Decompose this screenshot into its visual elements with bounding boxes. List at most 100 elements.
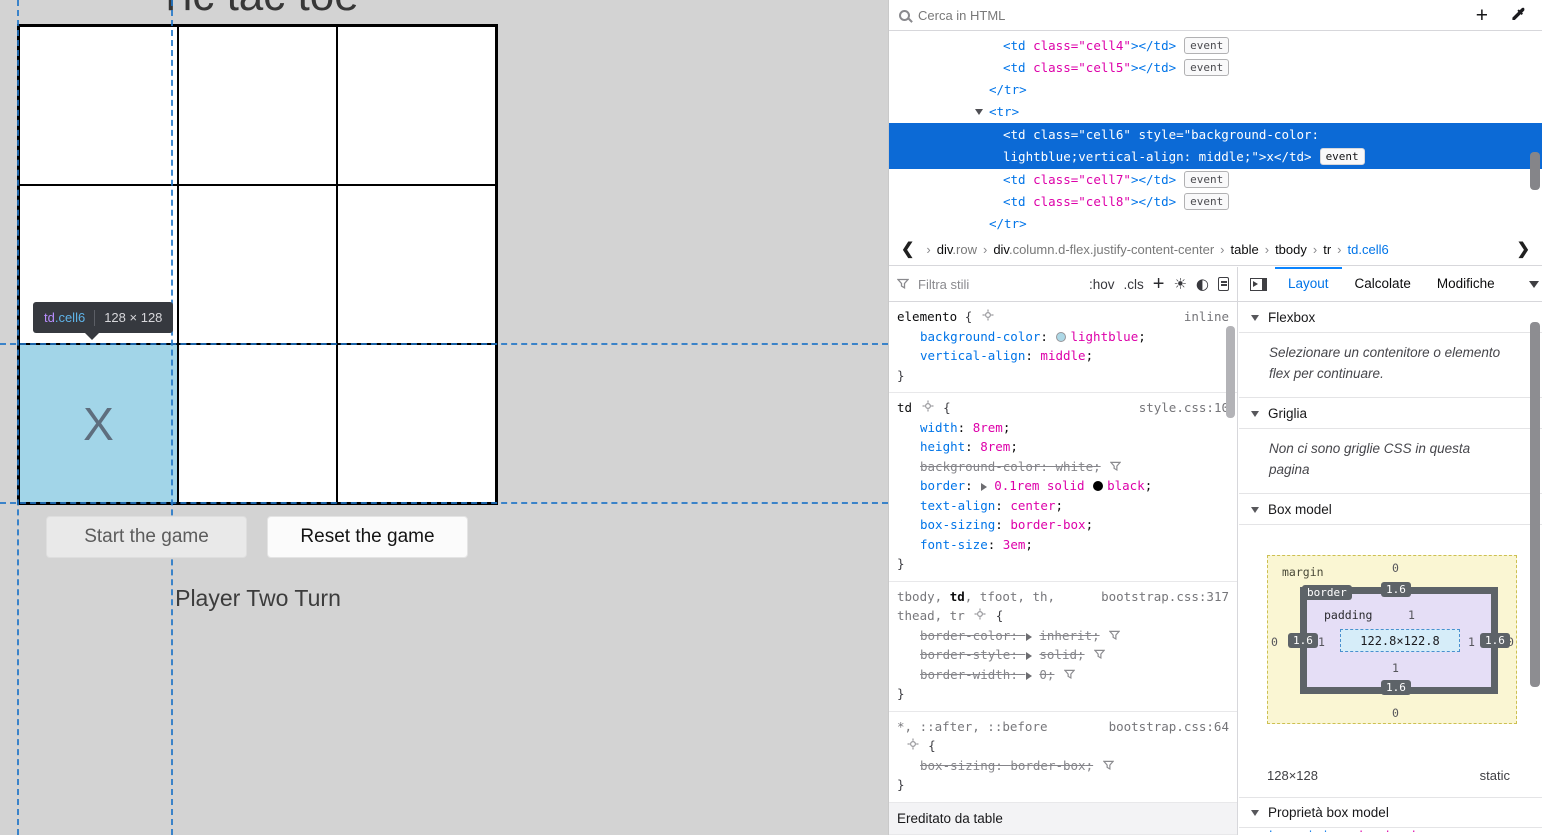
css-declaration[interactable]: width: 8rem; <box>897 418 1229 438</box>
filter-icon[interactable] <box>1109 630 1120 641</box>
breadcrumb-item[interactable]: table <box>1231 242 1259 257</box>
tab-changes[interactable]: Modifiche <box>1424 267 1498 301</box>
section-box-model-properties[interactable]: Proprietà box model <box>1239 797 1542 828</box>
margin-top-value[interactable]: 0 <box>1392 561 1399 575</box>
event-badge[interactable]: event <box>1184 193 1229 210</box>
border-top-value[interactable]: 1.6 <box>1381 582 1411 597</box>
rule-bootstrap-table-elements[interactable]: tbody, td, tfoot, th,bootstrap.css:317 t… <box>889 582 1237 712</box>
add-node-button[interactable]: + <box>1468 5 1496 26</box>
padding-bottom-value[interactable]: 1 <box>1392 661 1399 675</box>
add-rule-button[interactable]: + <box>1153 274 1165 294</box>
breadcrumb-item[interactable]: div.row <box>937 242 977 257</box>
event-badge[interactable]: event <box>1320 148 1365 165</box>
css-declaration[interactable]: border: 0.1rem solid black; <box>897 476 1229 496</box>
css-declaration-overridden[interactable]: border-style: solid; <box>897 645 1229 665</box>
markup-scrollbar[interactable] <box>1530 152 1540 190</box>
styles-filter-input[interactable] <box>918 277 1080 292</box>
board-cell[interactable] <box>19 26 178 185</box>
rules-scrollbar[interactable] <box>1226 326 1235 418</box>
eyedropper-icon[interactable] <box>1504 7 1532 23</box>
light-mode-icon[interactable]: ☀ <box>1173 277 1186 292</box>
board-cell[interactable] <box>337 26 496 185</box>
breadcrumb-item[interactable]: tbody <box>1275 242 1307 257</box>
highlight-selector-icon[interactable] <box>922 400 934 412</box>
board-cell[interactable] <box>178 185 337 344</box>
css-declaration[interactable]: vertical-align: middle; <box>897 346 1229 366</box>
color-swatch-lightblue[interactable] <box>1056 332 1066 342</box>
board-cell[interactable] <box>337 185 496 344</box>
breadcrumb-item[interactable]: tr <box>1323 242 1331 257</box>
event-badge[interactable]: event <box>1184 37 1229 54</box>
css-declaration[interactable]: background-color: lightblue; <box>897 327 1229 347</box>
css-declaration[interactable]: font-size: 3em; <box>897 535 1229 555</box>
color-swatch-black[interactable] <box>1093 481 1103 491</box>
css-declaration-overridden[interactable]: box-sizing: border-box; <box>897 756 1229 776</box>
content-box-size[interactable]: 122.8×122.8 <box>1340 629 1460 652</box>
padding-top-value[interactable]: 1 <box>1408 608 1415 622</box>
css-declaration[interactable]: height: 8rem; <box>897 437 1229 457</box>
rule-element-inline[interactable]: elemento { inline background-color: ligh… <box>889 302 1237 393</box>
toggle-classes[interactable]: .cls <box>1124 277 1144 292</box>
rule-source-link[interactable]: inline <box>1176 307 1229 327</box>
highlight-selector-icon[interactable] <box>907 738 919 750</box>
rule-source-link[interactable]: style.css:10 <box>1131 398 1229 418</box>
border-right-value[interactable]: 1.6 <box>1480 633 1510 648</box>
tab-computed[interactable]: Calcolate <box>1342 267 1424 301</box>
padding-right-value[interactable]: 1 <box>1468 635 1475 649</box>
css-declaration-overridden[interactable]: border-width: 0; <box>897 665 1229 685</box>
breadcrumb-back-icon[interactable]: ❮ <box>895 239 920 259</box>
section-flexbox[interactable]: Flexbox <box>1239 302 1542 333</box>
section-box-model[interactable]: Box model <box>1239 494 1542 525</box>
border-bottom-value[interactable]: 1.6 <box>1381 680 1411 695</box>
collapse-arrow-icon[interactable] <box>975 109 983 119</box>
board-cell[interactable] <box>178 26 337 185</box>
markup-line-close-tr[interactable]: </tr> <box>889 79 1542 101</box>
breadcrumb-forward-icon[interactable]: ❯ <box>1511 239 1536 259</box>
markup-line-close-tr[interactable]: </tr> <box>889 213 1542 233</box>
rule-source-link[interactable]: bootstrap.css:64 <box>1101 717 1229 737</box>
expand-shorthand-icon[interactable] <box>981 483 991 491</box>
markup-selected-node[interactable]: <td class="cell6" style="background-colo… <box>889 123 1542 169</box>
css-declaration-overridden[interactable]: border-color: inherit; <box>897 626 1229 646</box>
margin-left-value[interactable]: 0 <box>1271 635 1278 649</box>
highlight-selector-icon[interactable] <box>974 608 986 620</box>
filter-icon[interactable] <box>1064 669 1075 680</box>
filter-icon[interactable] <box>1110 461 1121 472</box>
board-cell-marked[interactable]: X <box>19 344 178 503</box>
markup-line-cell5[interactable]: <td class="cell5"></td>event <box>889 57 1542 79</box>
rule-universal[interactable]: *, ::after, ::beforebootstrap.css:64 { b… <box>889 712 1237 803</box>
breadcrumb-item[interactable]: div.column.d-flex.justify-content-center <box>993 242 1214 257</box>
markup-line-cell4[interactable]: <td class="cell4"></td>event <box>889 35 1542 57</box>
rule-td[interactable]: td {style.css:10 width: 8rem; height: 8r… <box>889 393 1237 582</box>
highlight-selector-icon[interactable] <box>982 309 994 321</box>
layout-scrollbar[interactable] <box>1530 322 1540 687</box>
inspector-guide-vertical <box>171 0 173 835</box>
start-game-button[interactable]: Start the game <box>46 516 247 558</box>
padding-left-value[interactable]: 1 <box>1318 635 1325 649</box>
dark-mode-icon[interactable]: ◐ <box>1196 277 1209 292</box>
css-declaration[interactable]: text-align: center; <box>897 496 1229 516</box>
board-cell[interactable] <box>178 344 337 503</box>
css-declaration[interactable]: box-sizing: border-box; <box>897 515 1229 535</box>
print-simulation-icon[interactable] <box>1218 277 1229 291</box>
reset-game-button[interactable]: Reset the game <box>267 516 468 558</box>
border-left-value[interactable]: 1.6 <box>1288 633 1318 648</box>
event-badge[interactable]: event <box>1184 59 1229 76</box>
more-tabs-icon[interactable] <box>1529 281 1539 293</box>
event-badge[interactable]: event <box>1184 171 1229 188</box>
section-grid[interactable]: Griglia <box>1239 398 1542 429</box>
markup-line-open-tr[interactable]: <tr> <box>889 101 1542 123</box>
board-cell[interactable] <box>337 344 496 503</box>
markup-line-cell7[interactable]: <td class="cell7"></td>event <box>889 169 1542 191</box>
filter-icon[interactable] <box>1094 649 1105 660</box>
css-declaration-overridden[interactable]: background-color: white; <box>897 457 1229 477</box>
filter-icon[interactable] <box>1103 760 1114 771</box>
markup-search-input[interactable] <box>918 8 1460 23</box>
breadcrumb-item-selected[interactable]: td.cell6 <box>1348 242 1389 257</box>
margin-bottom-value[interactable]: 0 <box>1392 706 1399 720</box>
toggle-pseudo-classes[interactable]: :hov <box>1089 277 1115 292</box>
expand-pane-icon[interactable] <box>1250 278 1267 291</box>
tab-layout[interactable]: Layout <box>1275 267 1342 301</box>
rule-source-link[interactable]: bootstrap.css:317 <box>1093 587 1229 607</box>
markup-line-cell8[interactable]: <td class="cell8"></td>event <box>889 191 1542 213</box>
